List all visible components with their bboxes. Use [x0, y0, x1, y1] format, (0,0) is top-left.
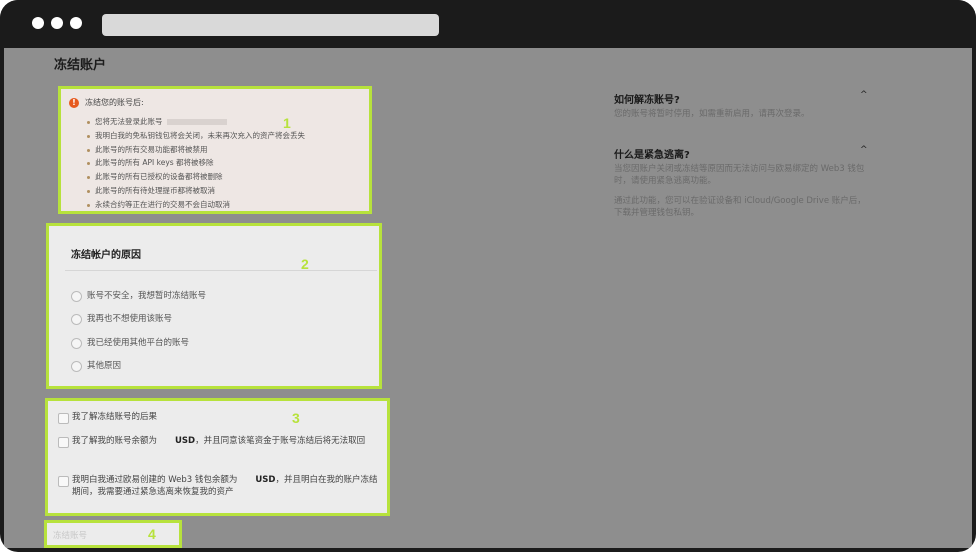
annotation-number: 1 — [283, 115, 291, 131]
confirm-checkbox[interactable] — [58, 437, 69, 448]
warning-icon: ! — [69, 98, 79, 108]
warning-item: 此账号的所有 API keys 都将被移除 — [87, 156, 305, 170]
faq-question[interactable]: 如何解冻账号? — [614, 91, 680, 106]
faq-question[interactable]: 什么是紧急逃离? — [614, 146, 690, 161]
address-bar[interactable] — [102, 14, 439, 36]
annotation-number: 2 — [301, 256, 309, 272]
faq-answer: 当您因账户关闭或冻结等原因而无法访问与欧易绑定的 Web3 钱包时，请使用紧急逃… — [614, 164, 865, 186]
warning-item: 永续合约等正在进行的交易不会自动取消 — [87, 198, 305, 212]
confirm-text: 我了解我的账号余额为 USD，并且同意该笔资金于账号冻结后将无法取回 — [72, 436, 366, 446]
window-dot-icon[interactable] — [70, 17, 82, 29]
warning-panel: ! 冻结您的账号后: 您将无法登录此账号 我明白我的免私钥钱包将会关闭，未来再次… — [58, 86, 372, 214]
warning-item: 我明白我的免私钥钱包将会关闭，未来再次充入的资产将会丢失 — [87, 129, 305, 143]
warning-title: 冻结您的账号后: — [85, 98, 144, 107]
warning-list: 您将无法登录此账号 我明白我的免私钥钱包将会关闭，未来再次充入的资产将会丢失 此… — [87, 115, 305, 212]
radio-button[interactable] — [71, 314, 82, 325]
radio-button[interactable] — [71, 291, 82, 302]
redacted-account — [166, 119, 227, 125]
warning-item: 此账号的所有待处理提币都将被取消 — [87, 184, 305, 198]
annotation-number: 4 — [148, 526, 156, 542]
confirm-checkbox[interactable] — [58, 476, 69, 487]
annotation-number: 3 — [292, 410, 300, 426]
faq-answer: 您的账号将暂时停用，如需重新启用，请再次登录。 — [614, 109, 810, 119]
confirmation-panel: 我了解冻结账号的后果 我了解我的账号余额为 USD，并且同意该笔资金于账号冻结后将… — [45, 398, 390, 516]
window-dot-icon[interactable] — [32, 17, 44, 29]
warning-item: 此账号的所有交易功能都将被禁用 — [87, 143, 305, 157]
chevron-up-icon[interactable]: ^ — [860, 145, 868, 155]
browser-window: 冻结账户 ! 冻结您的账号后: 您将无法登录此账号 我明白我的免私钥钱包将会关闭… — [0, 0, 976, 552]
confirm-text: 我明白我通过欧易创建的 Web3 钱包余额为 USD，并且明白在我的账户冻结期间，… — [72, 475, 378, 497]
radio-button[interactable] — [71, 361, 82, 372]
warning-item: 此账号的所有已授权的设备都将被删除 — [87, 170, 305, 184]
faq-answer: 通过此功能，您可以在验证设备和 iCloud/Google Drive 账户后，… — [614, 196, 866, 218]
freeze-account-button[interactable]: 冻结账号 — [53, 528, 123, 542]
window-dot-icon[interactable] — [51, 17, 63, 29]
chevron-up-icon[interactable]: ^ — [860, 90, 868, 100]
browser-titlebar — [0, 0, 976, 48]
radio-button[interactable] — [71, 338, 82, 349]
page-title: 冻结账户 — [54, 58, 107, 73]
divider — [65, 270, 377, 271]
confirm-text: 我了解冻结账号的后果 — [72, 412, 158, 422]
confirm-checkbox[interactable] — [58, 413, 69, 424]
freeze-button-panel: 冻结账号 4 — [44, 520, 182, 548]
reason-title: 冻结帐户的原因 — [71, 250, 141, 261]
reason-panel: 冻结帐户的原因 账号不安全，我想暂时冻结账号 我再也不想使用该账号 我已经使用其… — [46, 223, 382, 389]
page-content: 冻结账户 ! 冻结您的账号后: 您将无法登录此账号 我明白我的免私钥钱包将会关闭… — [4, 48, 972, 548]
warning-item: 您将无法登录此账号 — [87, 115, 305, 129]
